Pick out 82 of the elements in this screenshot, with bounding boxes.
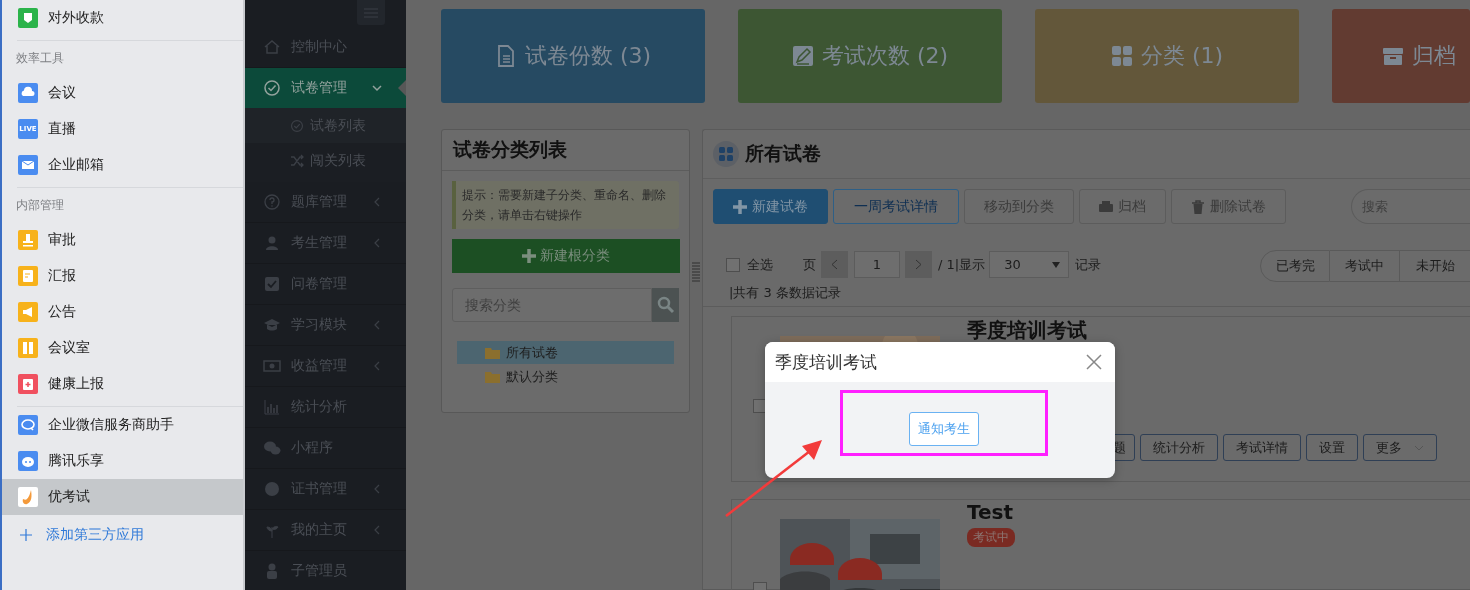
stat-label: 分类 (1) — [1140, 42, 1224, 70]
add-app-link[interactable]: 添加第三方应用 — [46, 526, 144, 544]
grid-icon — [713, 141, 739, 167]
stat-label: 试卷份数 (3) — [524, 42, 652, 70]
caret-icon — [1052, 261, 1061, 268]
dialog-title: 季度培训考试 — [775, 350, 878, 374]
sidebar-item[interactable]: 企业微信服务商助手 — [2, 407, 243, 443]
printer-icon — [1099, 199, 1113, 214]
sidebar-item[interactable]: 会议 — [2, 75, 243, 111]
check-circle-icon — [263, 79, 281, 97]
toolbar-button[interactable]: 一周考试详情 — [833, 189, 959, 224]
search-icon — [656, 296, 675, 314]
chevron-right-icon — [915, 259, 922, 270]
drag-handle-icon[interactable] — [692, 262, 700, 282]
close-button[interactable] — [1085, 353, 1103, 371]
checkbox-label: 全选 — [747, 255, 773, 274]
sidebar-item[interactable]: 会议室 — [2, 330, 243, 366]
tree-node[interactable]: 默认分类 — [457, 365, 674, 388]
sidebar-item[interactable]: 汇报 — [2, 258, 243, 294]
records-label: 记录 — [1075, 255, 1102, 274]
status-badge: 考试中 — [967, 528, 1015, 547]
action-button[interactable]: 设置 — [1306, 434, 1358, 461]
stat-card[interactable]: 归档 — [1332, 9, 1470, 103]
plus-icon — [522, 249, 536, 263]
new-category-button[interactable]: 新建根分类 — [452, 239, 680, 273]
checkbox-icon — [263, 275, 281, 293]
page-total: / 1|显示 — [938, 255, 986, 274]
check-circle-icon — [290, 118, 304, 133]
sidebar-item[interactable]: 腾讯乐享 — [2, 443, 243, 479]
stat-label: 归档 — [1412, 42, 1456, 70]
stat-card[interactable]: 试卷份数 (3) — [441, 9, 705, 103]
filter-tab[interactable]: 已考完 — [1260, 250, 1330, 282]
sidebar-item[interactable]: 对外收款 — [2, 0, 243, 36]
plus-icon — [20, 529, 32, 541]
toolbar-button[interactable]: 新建试卷 — [713, 189, 828, 224]
filter-tab[interactable]: 未开始 — [1400, 250, 1470, 282]
action-button[interactable]: 更多 — [1363, 434, 1437, 461]
next-page-button[interactable] — [905, 251, 932, 278]
chevron-left-icon — [831, 259, 838, 270]
chat-icon — [263, 439, 281, 457]
folder-icon — [485, 370, 500, 383]
shuffle-icon — [290, 153, 304, 168]
nav-item[interactable]: 试卷管理 — [245, 68, 406, 108]
section-heading: 效率工具 — [15, 49, 65, 67]
filter-tab[interactable]: 考试中 — [1330, 250, 1400, 282]
page-field[interactable]: 1 — [854, 251, 900, 278]
stat-card[interactable]: 考试次数 (2) — [738, 9, 1002, 103]
banknote-icon — [263, 357, 281, 375]
page-size-select[interactable]: 30 — [989, 251, 1070, 278]
sidebar-item[interactable]: 公告 — [2, 294, 243, 330]
grid-icon — [1110, 45, 1133, 67]
search-button[interactable] — [652, 288, 679, 322]
panel-title: 试卷分类列表 — [442, 130, 689, 171]
stat-label: 考试次数 (2) — [821, 42, 949, 70]
question-icon — [263, 193, 281, 211]
sidebar-item[interactable]: 健康上报 — [2, 366, 243, 402]
hint-text: 提示：需要新建子分类、重命名、删除分类，请单击右键操作 — [452, 181, 679, 229]
plus-icon — [733, 199, 747, 214]
sidebar-item[interactable]: 优考试 — [2, 479, 243, 515]
section-heading: 内部管理 — [15, 196, 65, 214]
archive-icon — [1382, 45, 1404, 67]
action-button[interactable]: 考试详情 — [1223, 434, 1301, 461]
action-button[interactable]: 统计分析 — [1140, 434, 1218, 461]
trash-icon — [1191, 199, 1205, 214]
home-icon — [263, 38, 281, 56]
sidebar-item[interactable]: 企业邮箱 — [2, 147, 243, 183]
edit-icon — [791, 45, 814, 67]
bar-chart-icon — [263, 398, 281, 416]
tree-node[interactable]: 所有试卷 — [457, 341, 674, 364]
folder-icon — [485, 346, 500, 359]
notify-button[interactable]: 通知考生 — [909, 412, 979, 446]
record-count: |共有 3 条数据记录 — [728, 284, 842, 300]
exam-title: Test — [967, 500, 1014, 524]
panel-title: 所有试卷 — [745, 141, 821, 166]
stat-card[interactable]: 分类 (1) — [1035, 9, 1299, 103]
sidebar-item[interactable]: 审批 — [2, 222, 243, 258]
previous-page-button[interactable] — [821, 251, 848, 278]
exam-title: 季度培训考试 — [967, 317, 1088, 341]
user-icon — [263, 234, 281, 252]
checkbox[interactable] — [726, 257, 740, 272]
page-label: 页 — [803, 255, 816, 274]
seal-icon — [263, 480, 281, 498]
